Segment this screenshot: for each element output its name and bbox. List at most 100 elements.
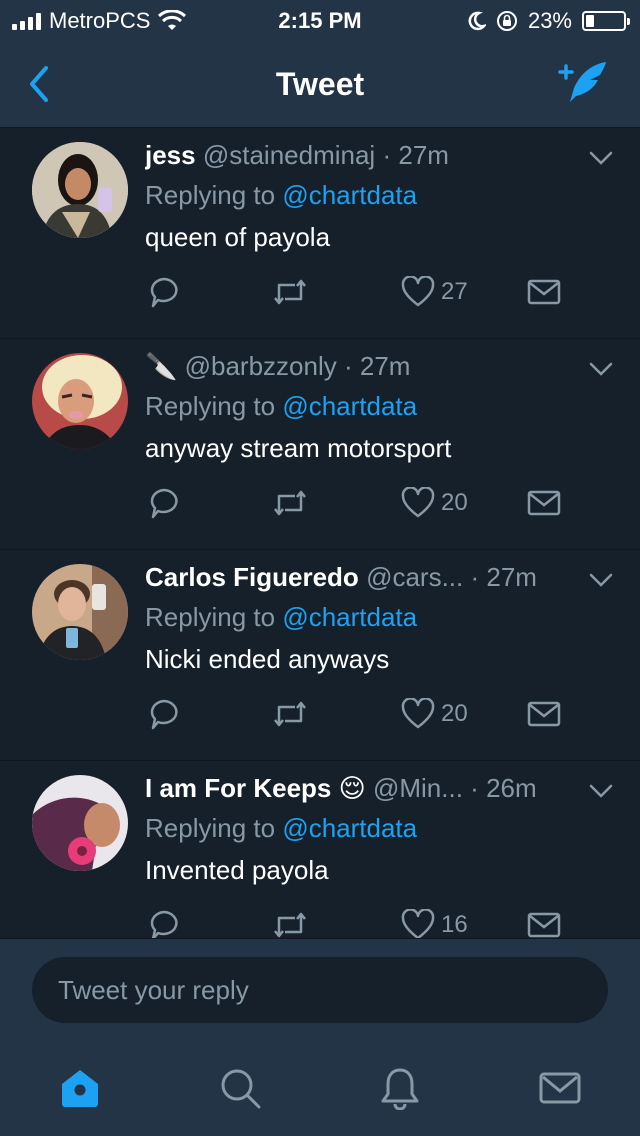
reply-icon [150, 910, 178, 938]
tweet-text: Nicki ended anyways [145, 644, 390, 674]
display-name[interactable]: 🔪 [145, 351, 177, 381]
tweet-text: queen of payola [145, 222, 331, 252]
heart-icon [401, 909, 435, 938]
like-button[interactable]: 20 [401, 485, 468, 521]
replying-to: Replying to @chartdata [145, 813, 417, 844]
envelope-icon [527, 279, 561, 305]
envelope-icon [527, 701, 561, 727]
mention-link[interactable]: @chartdata [282, 813, 417, 843]
replying-to: Replying to @chartdata [145, 391, 417, 422]
mention-link[interactable]: @chartdata [282, 602, 417, 632]
retweet-button[interactable] [271, 485, 309, 521]
chevron-down-icon[interactable] [588, 150, 614, 166]
display-name[interactable]: jess [145, 140, 196, 170]
retweet-icon [274, 912, 306, 938]
reply-icon [150, 699, 178, 730]
handle[interactable]: @stainedminaj [203, 140, 375, 170]
like-count: 27 [441, 278, 468, 305]
share-button[interactable] [527, 907, 561, 938]
tweet-text: Invented payola [145, 855, 329, 885]
battery-percent: 23% [527, 8, 572, 33]
envelope-icon [527, 912, 561, 938]
avatar[interactable] [32, 564, 128, 660]
tweet-item[interactable]: I am For Keeps 😌 @Min... · 26m Replying … [0, 761, 640, 938]
handle[interactable]: @cars... [366, 562, 463, 592]
like-button[interactable]: 20 [401, 696, 468, 732]
replying-to: Replying to @chartdata [145, 602, 417, 633]
handle[interactable]: @Min... [373, 773, 463, 803]
tweet-actions: 20 [145, 485, 585, 521]
tweet-header: 🔪 @barbzzonly · 27m [145, 351, 570, 382]
share-button[interactable] [527, 274, 561, 310]
avatar[interactable] [32, 775, 128, 871]
status-right: 23% [466, 8, 630, 34]
tweet-item[interactable]: jess @stainedminaj · 27m Replying to @ch… [0, 128, 640, 339]
heart-icon [401, 487, 435, 518]
retweet-button[interactable] [271, 274, 309, 310]
mention-link[interactable]: @chartdata [282, 180, 417, 210]
battery-fill [586, 15, 595, 27]
tweet-header: jess @stainedminaj · 27m [145, 140, 570, 171]
reply-button[interactable] [147, 485, 181, 521]
compose-tweet-icon[interactable] [556, 58, 612, 108]
avatar[interactable] [32, 142, 128, 238]
separator-dot: · [470, 773, 479, 803]
avatar[interactable] [32, 353, 128, 449]
moon-icon [468, 11, 486, 31]
timestamp: 27m [398, 140, 449, 170]
reply-input[interactable] [32, 957, 608, 1023]
like-count: 16 [441, 911, 468, 938]
reply-button[interactable] [147, 696, 181, 732]
retweet-button[interactable] [271, 907, 309, 938]
reply-list[interactable]: jess @stainedminaj · 27m Replying to @ch… [0, 128, 640, 938]
tweet-header: I am For Keeps 😌 @Min... · 26m [145, 773, 570, 804]
reply-icon [150, 488, 178, 519]
chevron-down-icon[interactable] [588, 361, 614, 377]
replying-to-label: Replying to [145, 180, 276, 210]
separator-dot: · [382, 140, 392, 170]
handle[interactable]: @barbzzonly [185, 351, 337, 381]
replying-to-label: Replying to [145, 391, 276, 421]
tweet-actions: 16 [145, 907, 585, 938]
chevron-down-icon[interactable] [588, 783, 614, 799]
retweet-icon [274, 279, 306, 305]
reply-button[interactable] [147, 907, 181, 938]
tab-bar [0, 1038, 640, 1136]
timestamp: 27m [486, 562, 537, 592]
replying-to: Replying to @chartdata [145, 180, 417, 211]
retweet-icon [274, 490, 306, 516]
share-button[interactable] [527, 485, 561, 521]
heart-icon [401, 276, 435, 307]
like-button[interactable]: 27 [401, 274, 468, 310]
display-name[interactable]: I am For Keeps 😌 [145, 773, 366, 803]
timestamp: 26m [486, 773, 537, 803]
timestamp: 27m [359, 351, 411, 381]
separator-dot: · [470, 562, 480, 592]
status-bar: MetroPCS 2:15 PM 23% [0, 0, 640, 40]
tweet-text: anyway stream motorsport [145, 433, 452, 463]
envelope-icon [527, 490, 561, 516]
replying-to-label: Replying to [145, 602, 276, 632]
tweet-item[interactable]: 🔪 @barbzzonly · 27m Replying to @chartda… [0, 339, 640, 550]
replying-to-label: Replying to [145, 813, 276, 843]
battery-icon [582, 11, 630, 31]
notifications-icon[interactable] [378, 1066, 422, 1110]
search-icon[interactable] [218, 1066, 262, 1110]
tweet-actions: 27 [145, 274, 585, 310]
home-icon[interactable] [58, 1066, 102, 1110]
tweet-header: Carlos Figueredo @cars... · 27m [145, 562, 570, 593]
like-button[interactable]: 16 [401, 907, 468, 938]
retweet-button[interactable] [271, 696, 309, 732]
like-count: 20 [441, 700, 468, 727]
chevron-down-icon[interactable] [588, 572, 614, 588]
share-button[interactable] [527, 696, 561, 732]
display-name[interactable]: Carlos Figueredo [145, 562, 359, 592]
tweet-actions: 20 [145, 696, 585, 732]
messages-icon[interactable] [538, 1066, 582, 1110]
reply-composer [0, 938, 640, 1038]
rotation-lock-icon [496, 11, 517, 31]
mention-link[interactable]: @chartdata [282, 391, 417, 421]
reply-button[interactable] [147, 274, 181, 310]
tweet-item[interactable]: Carlos Figueredo @cars... · 27m Replying… [0, 550, 640, 761]
nav-bar: Tweet [0, 40, 640, 128]
